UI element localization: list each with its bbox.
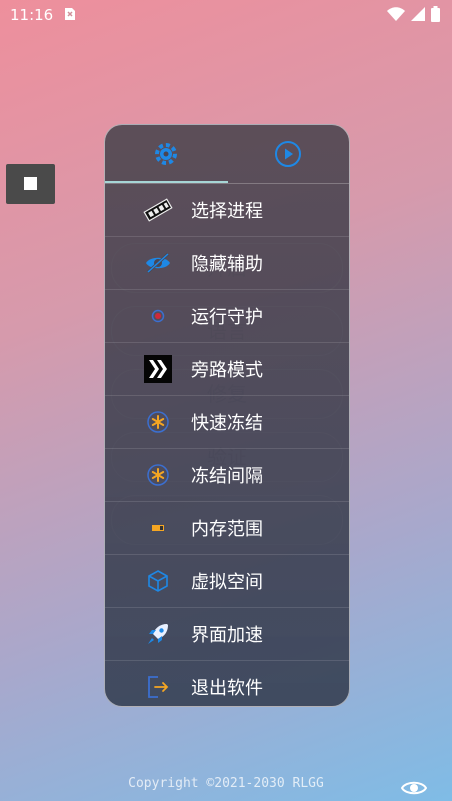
eye-off-icon [143,248,173,278]
status-bar: 11:16 [0,0,452,30]
cube-icon [143,566,173,596]
copyright-text: Copyright ©2021-2030 RLGG [128,776,324,791]
eye-icon[interactable] [401,778,427,798]
status-right [387,6,440,22]
menu-item-freeze-interval[interactable]: 冻结间隔 [105,449,349,502]
menu-item-label: 冻结间隔 [191,466,263,487]
menu-item-select-process[interactable]: 选择进程 [105,184,349,237]
menu-item-exit-app[interactable]: 退出软件 [105,661,349,706]
menu-item-run-guard[interactable]: 运行守护 [105,290,349,343]
snowflake-icon [143,460,173,490]
menu-item-bypass-mode[interactable]: 旁路模式 [105,343,349,396]
snowflake-icon [143,407,173,437]
menu-item-label: 内存范围 [191,519,263,540]
menu-item-label: 界面加速 [191,625,263,646]
menu-item-label: 运行守护 [191,307,263,328]
menu-item-label: 虚拟空间 [191,572,263,593]
app-notification-icon [65,8,75,20]
status-time: 11:16 [10,6,54,24]
menu-item-quick-freeze[interactable]: 快速冻结 [105,396,349,449]
tab-indicator [105,181,228,183]
exit-icon [143,672,173,702]
double-chevron-icon [143,354,173,384]
menu-item-label: 隐藏辅助 [191,254,263,275]
popup-menu: 选择进程 隐藏辅助 运行守护 旁路模式 快速冻结 冻结间隔 内存范围 虚拟空间 … [104,124,350,707]
menu-item-ui-acceleration[interactable]: 界面加速 [105,608,349,661]
wifi-icon [387,7,405,21]
cell-signal-icon [411,7,425,21]
menu-item-label: 退出软件 [191,678,263,699]
radio-dot-icon [143,301,173,331]
menu-item-memory-range[interactable]: 内存范围 [105,502,349,555]
floating-window-button[interactable] [6,164,55,204]
battery-icon [431,6,440,22]
tab-settings[interactable] [105,125,227,183]
menu-item-virtual-space[interactable]: 虚拟空间 [105,555,349,608]
tab-run[interactable] [227,125,349,183]
memory-card-icon [143,513,173,543]
menu-item-hide-assist[interactable]: 隐藏辅助 [105,237,349,290]
memory-chip-icon [143,195,173,225]
menu-item-label: 选择进程 [191,201,263,222]
stop-square-icon [24,177,37,190]
settings-gear-icon [155,143,177,165]
menu-item-label: 旁路模式 [191,360,263,381]
menu-tabs [105,125,349,183]
rocket-icon [143,619,173,649]
menu-item-label: 快速冻结 [191,413,263,434]
play-circle-icon [275,141,301,167]
